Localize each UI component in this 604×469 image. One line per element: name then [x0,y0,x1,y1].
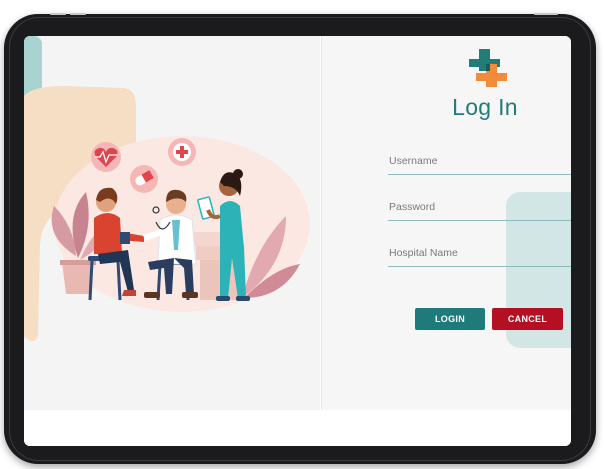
tablet-power-button [534,13,558,15]
hospital-name-input[interactable] [388,242,569,264]
username-field[interactable] [388,150,571,175]
doctor-patient-illustration [24,36,310,341]
bottom-strip [24,410,571,446]
password-input[interactable] [388,196,569,218]
app-screen: Log In LOGIN CANCEL [24,36,571,446]
first-aid-cross-icon [168,138,196,166]
heart-pulse-icon [91,142,121,172]
illustration-panel [24,36,320,410]
tablet-top-button [70,13,86,15]
page-title: Log In [452,94,518,120]
medical-cross-logo-icon [469,49,507,87]
cancel-button[interactable]: CANCEL [492,308,563,330]
hospital-name-field[interactable] [388,242,571,267]
login-button[interactable]: LOGIN [415,308,485,330]
pill-icon [130,165,158,193]
tablet-top-button [50,13,66,15]
username-input[interactable] [388,150,569,172]
password-field[interactable] [388,196,571,221]
